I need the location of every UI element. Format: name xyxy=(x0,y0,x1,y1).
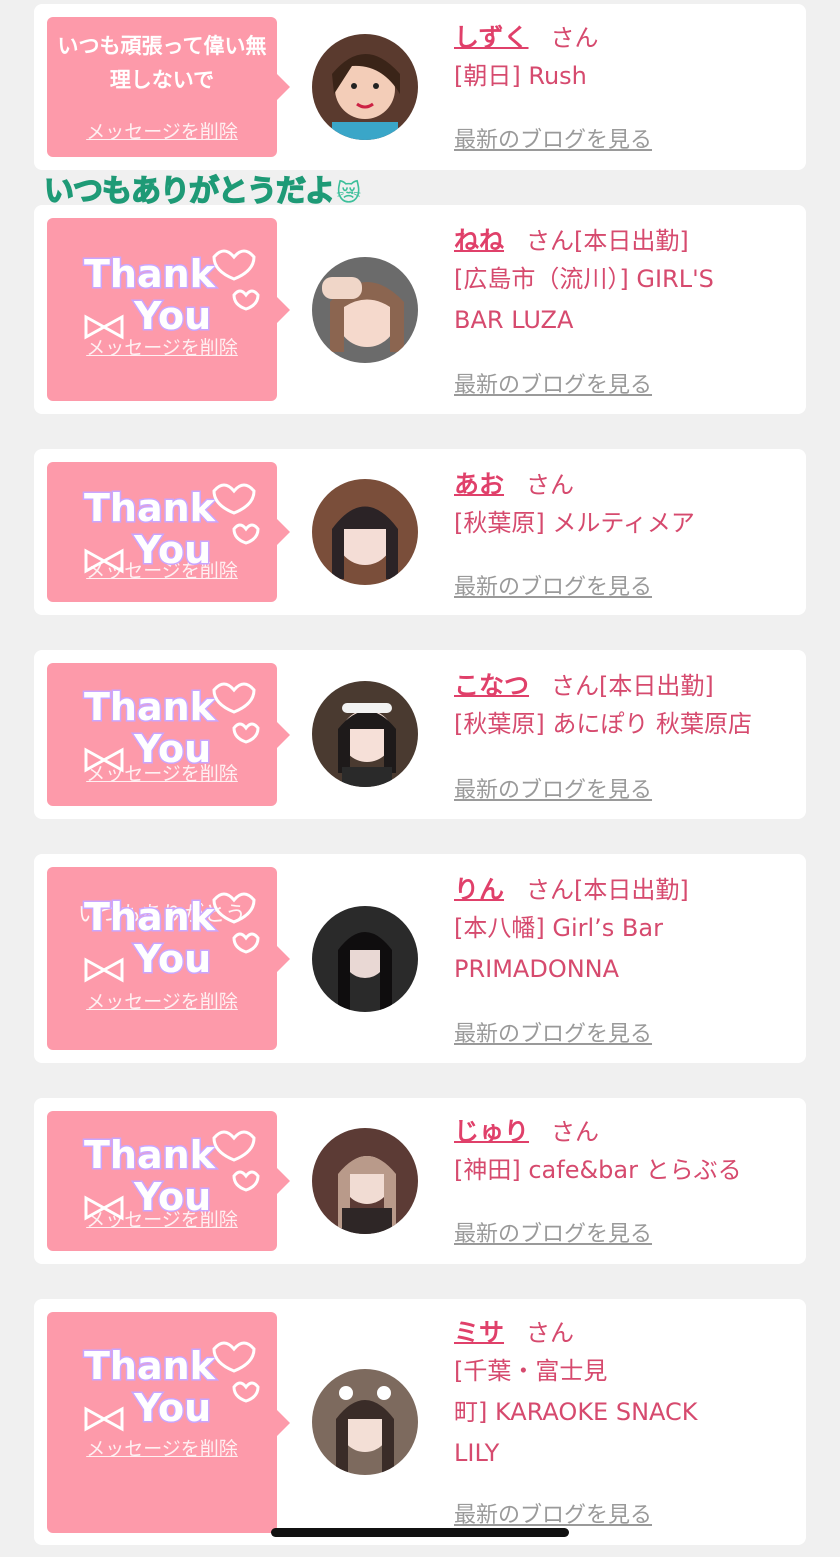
delete-message-link[interactable]: メッセージを削除 xyxy=(47,1434,277,1461)
cast-name-link[interactable]: りん xyxy=(454,875,504,904)
latest-blog-link[interactable]: 最新のブログを見る xyxy=(454,569,652,601)
avatar[interactable] xyxy=(312,681,418,787)
shop-line: [広島市（流川）] GIRL'S xyxy=(454,265,714,293)
status-label: [本日出勤] xyxy=(574,876,689,904)
message-bubble: メッセージを削除 xyxy=(47,1111,290,1251)
shop-name: [本八幡] Girl’s Bar PRIMADONNA xyxy=(454,908,799,990)
cast-name-link[interactable]: こなつ xyxy=(454,671,529,700)
cast-info: じゅり さん [神田] cafe&bar とらぶる xyxy=(454,1112,799,1191)
message-bubble: メッセージを削除 xyxy=(47,663,290,806)
honorific: さん xyxy=(526,227,575,255)
shop-line: [秋葉原] あにぽり 秋葉原店 xyxy=(454,710,752,738)
latest-blog-link[interactable]: 最新のブログを見る xyxy=(454,1016,652,1048)
cast-name-link[interactable]: あお xyxy=(454,470,504,499)
message-text: いつもありがとう xyxy=(78,902,246,926)
cast-name-link[interactable]: しずく xyxy=(454,23,529,52)
shop-name: [秋葉原] メルティメア xyxy=(454,503,799,544)
message-text: いつも頑張って偉い無理しないで xyxy=(57,34,267,92)
shop-line: [神田] cafe&bar とらぶる xyxy=(454,1156,742,1184)
thanks-banner: いつもありがとうだよ😿 xyxy=(43,166,361,210)
cast-name-link[interactable]: ねね xyxy=(454,226,504,255)
cast-info: こなつ さん[本日出勤] [秋葉原] あにぽり 秋葉原店 xyxy=(454,666,799,745)
shop-name: [神田] cafe&bar とらぶる xyxy=(454,1150,799,1191)
status-label: [本日出勤] xyxy=(599,672,714,700)
message-bubble: いつも頑張って偉い無理しないで メッセージを削除 xyxy=(47,17,290,157)
honorific: さん xyxy=(526,876,575,904)
banner-text: いつもありがとうだよ xyxy=(43,173,336,210)
honorific: さん xyxy=(551,672,600,700)
cast-info: ミサ さん [千葉・富士見町] KARAOKE SNACK LILY xyxy=(454,1313,799,1474)
message-card: メッセージを削除 Thank You ミサ さん [千葉・富士見 町] KARAOK… xyxy=(34,1299,806,1545)
honorific: さん xyxy=(526,471,575,499)
cast-info: ねね さん[本日出勤] [広島市（流川）] GIRL'S BAR LUZA xyxy=(454,221,799,341)
cast-info: りん さん[本日出勤] [本八幡] Girl’s Bar PRIMADONNA xyxy=(454,870,799,990)
message-card: メッセージを削除 Thank You あお さん [秋葉原] メルティメア 最新の… xyxy=(34,449,806,615)
latest-blog-link[interactable]: 最新のブログを見る xyxy=(454,122,652,154)
crying-cat-emoji: 😿 xyxy=(336,179,361,207)
message-card: いつもありがとう メッセージを削除 Thank You りん さん[本日出勤] [… xyxy=(34,854,806,1063)
avatar[interactable] xyxy=(312,479,418,585)
message-card: メッセージを削除 Thank You じゅり さん [神田] cafe&bar と… xyxy=(34,1098,806,1264)
cast-name-link[interactable]: ミサ xyxy=(454,1318,504,1347)
status-label: [本日出勤] xyxy=(574,227,689,255)
honorific: さん xyxy=(551,1118,600,1146)
message-bubble: メッセージを削除 xyxy=(47,462,290,602)
latest-blog-link[interactable]: 最新のブログを見る xyxy=(454,1497,652,1529)
cast-info: あお さん [秋葉原] メルティメア xyxy=(454,465,799,544)
home-indicator[interactable] xyxy=(271,1528,569,1537)
shop-line: [本八幡] Girl’s Bar xyxy=(454,914,663,942)
avatar[interactable] xyxy=(312,1128,418,1234)
message-card: いつも頑張って偉い無理しないで メッセージを削除 しずく さん [朝日] Rush… xyxy=(34,4,806,170)
shop-line: [秋葉原] メルティメア xyxy=(454,509,695,537)
shop-name: [千葉・富士見町] KARAOKE SNACK LILY xyxy=(454,1351,799,1474)
shop-name: [広島市（流川）] GIRL'S BAR LUZA xyxy=(454,259,799,341)
avatar[interactable] xyxy=(312,34,418,140)
message-bubble: メッセージを削除 xyxy=(47,218,290,401)
latest-blog-link[interactable]: 最新のブログを見る xyxy=(454,1216,652,1248)
shop-line: 町] KARAOKE SNACK xyxy=(454,1398,698,1426)
avatar[interactable] xyxy=(312,1369,418,1475)
avatar[interactable] xyxy=(312,906,418,1012)
delete-message-link[interactable]: メッセージを削除 xyxy=(47,333,277,360)
avatar[interactable] xyxy=(312,257,418,363)
cast-name-link[interactable]: じゅり xyxy=(454,1117,529,1146)
delete-message-link[interactable]: メッセージを削除 xyxy=(47,556,277,583)
latest-blog-link[interactable]: 最新のブログを見る xyxy=(454,772,652,804)
shop-line: PRIMADONNA xyxy=(454,955,620,983)
shop-line: BAR LUZA xyxy=(454,306,574,334)
delete-message-link[interactable]: メッセージを削除 xyxy=(47,759,277,786)
delete-message-link[interactable]: メッセージを削除 xyxy=(47,987,277,1014)
message-bubble: メッセージを削除 xyxy=(47,1312,290,1533)
shop-name: [秋葉原] あにぽり 秋葉原店 xyxy=(454,704,799,745)
message-card: メッセージを削除 Thank You ねね さん[本日出勤] [広島市（流川）] … xyxy=(34,205,806,414)
message-card: メッセージを削除 Thank You こなつ さん[本日出勤] [秋葉原] あにぽ… xyxy=(34,650,806,819)
shop-line: [千葉・富士見 xyxy=(454,1357,608,1385)
delete-message-link[interactable]: メッセージを削除 xyxy=(47,1205,277,1232)
shop-name: [朝日] Rush xyxy=(454,56,799,97)
cast-info: しずく さん [朝日] Rush xyxy=(454,18,799,97)
honorific: さん xyxy=(550,24,599,52)
delete-message-link[interactable]: メッセージを削除 xyxy=(47,117,277,144)
honorific: さん xyxy=(526,1319,575,1347)
shop-line: LILY xyxy=(454,1439,500,1467)
latest-blog-link[interactable]: 最新のブログを見る xyxy=(454,367,652,399)
shop-line: [朝日] Rush xyxy=(454,62,587,90)
message-bubble: いつもありがとう メッセージを削除 xyxy=(47,867,290,1050)
